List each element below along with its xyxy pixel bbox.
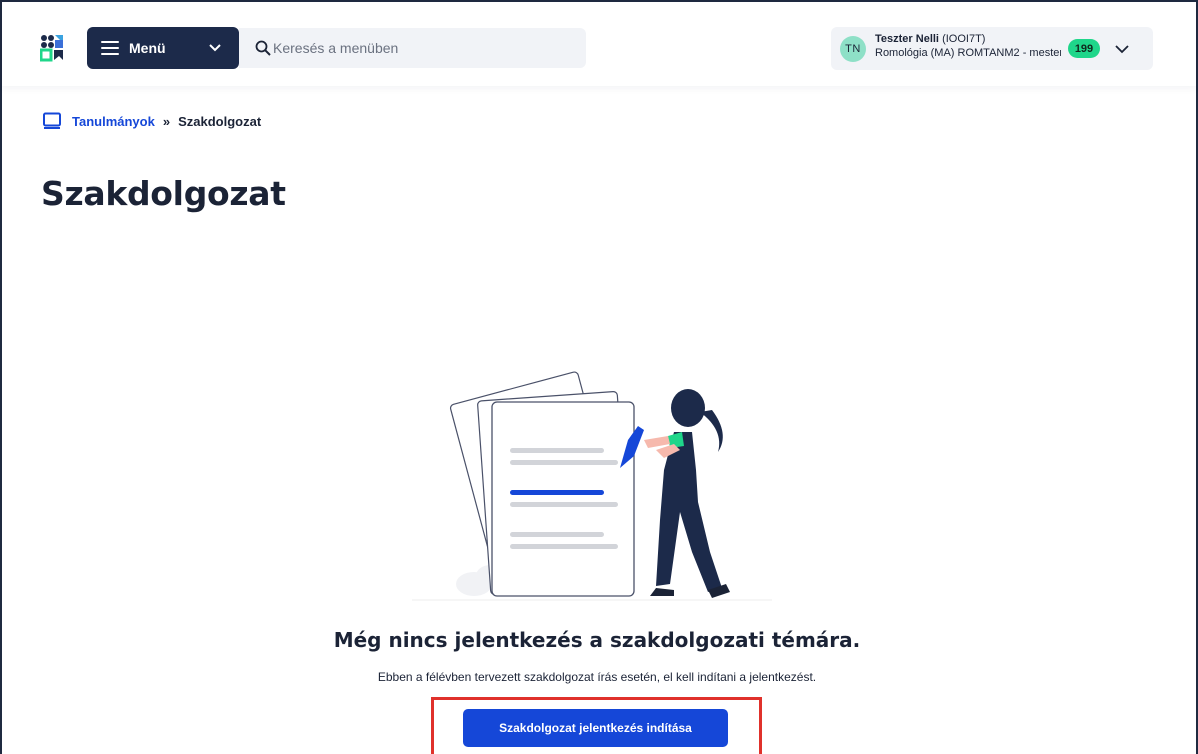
page-title: Szakdolgozat (41, 174, 286, 213)
notification-badge[interactable]: 199 (1068, 39, 1100, 58)
empty-state-illustration (412, 371, 772, 601)
search-icon (255, 40, 271, 56)
book-icon (43, 112, 61, 129)
empty-state-title: Még nincs jelentkezés a szakdolgozati té… (333, 628, 861, 652)
chevron-down-icon (1115, 45, 1129, 54)
start-thesis-application-button[interactable]: Szakdolgozat jelentkezés indítása (463, 709, 728, 747)
search-input[interactable] (273, 40, 573, 56)
user-name-line: Teszter Nelli (IOOI7T) (875, 33, 985, 45)
app-logo-icon[interactable] (40, 34, 64, 62)
breadcrumb-current: Szakdolgozat (178, 113, 262, 129)
user-profile-menu[interactable]: TN Teszter Nelli (IOOI7T) Romológia (MA)… (831, 27, 1153, 70)
avatar: TN (840, 36, 866, 62)
breadcrumb: Tanulmányok » Szakdolgozat (42, 112, 261, 130)
chevron-down-icon (209, 44, 221, 52)
menu-search (239, 28, 586, 68)
hamburger-icon (101, 41, 119, 55)
breadcrumb-separator: » (162, 113, 171, 129)
user-name: Teszter Nelli (875, 33, 939, 45)
user-program: Romológia (MA) ROMTANM2 - mester... (875, 47, 1061, 59)
empty-state-description: Ebben a félévben tervezett szakdolgozat … (377, 670, 817, 684)
menu-label: Menü (129, 40, 166, 56)
user-code: (IOOI7T) (942, 33, 986, 45)
top-header: Menü TN Teszter Nelli (IOOI7T) Romológia… (2, 2, 1196, 86)
menu-button[interactable]: Menü (87, 27, 239, 69)
breadcrumb-studies-link[interactable]: Tanulmányok (72, 114, 155, 129)
